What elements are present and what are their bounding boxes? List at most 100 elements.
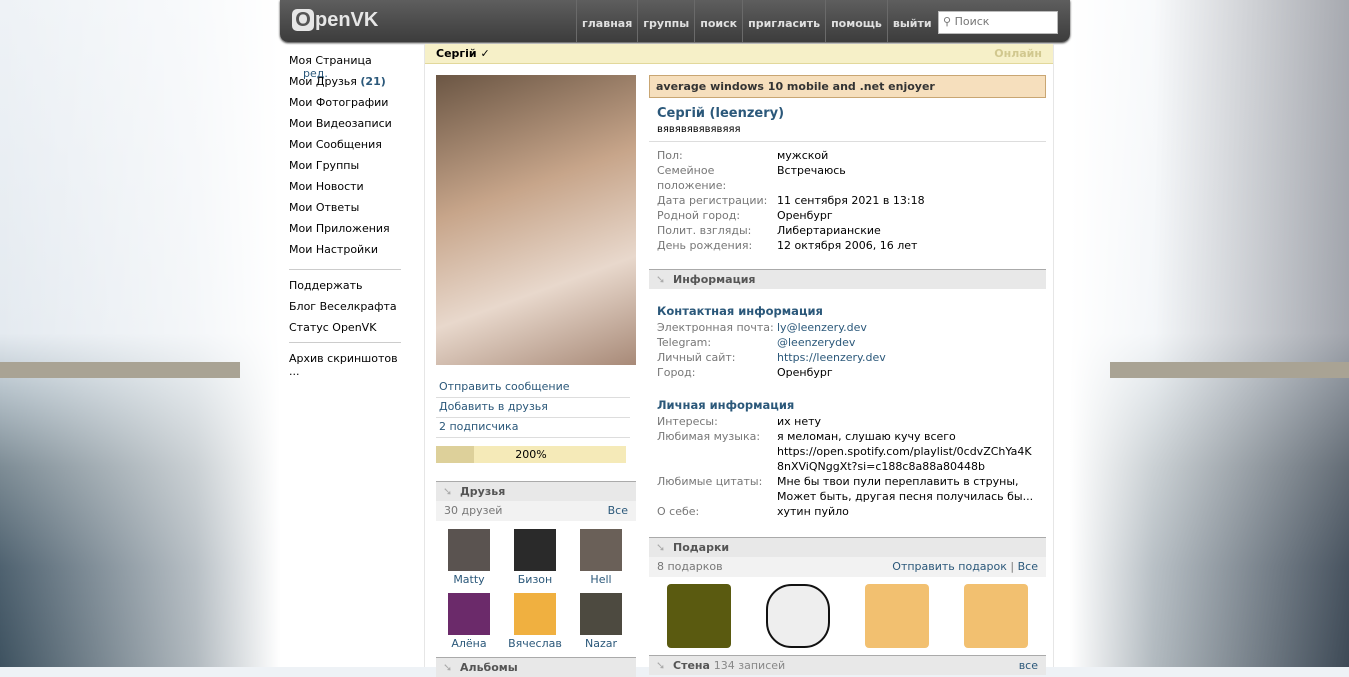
info-label: Любимая музыка:	[657, 430, 761, 443]
info-label: Электронная почта:	[657, 321, 774, 334]
followers-link[interactable]: 2 подписчика	[436, 418, 630, 438]
gifts-header[interactable]: Подарки	[649, 537, 1046, 557]
sidebar-donate[interactable]: Поддержать	[289, 279, 401, 300]
info-value[interactable]: @leenzerydev	[777, 335, 855, 350]
rating-text: 200%	[515, 448, 547, 461]
info-label: Дата регистрации:	[657, 194, 768, 207]
sidebar-groups[interactable]: Мои Группы	[289, 159, 401, 180]
basic-info: Пол: мужской Семейное положение: Встречаюсь…	[649, 148, 1046, 253]
nav-logout[interactable]: выйти	[886, 0, 937, 42]
sidebar-archive[interactable]: Архив скриншотов ...	[289, 352, 401, 378]
gifts-subheader: 8 подарков Отправить подарок | Все	[649, 557, 1046, 577]
friend-name[interactable]: Бизон	[518, 573, 552, 586]
friends-header[interactable]: Друзья	[436, 481, 636, 501]
nav-help[interactable]: помощь	[825, 0, 887, 42]
friend-name[interactable]: Вячеслав	[508, 637, 562, 650]
contact-info: Электронная почта: ly@leenzery.dev Telegra…	[649, 320, 1046, 380]
info-value: их нету	[777, 415, 822, 428]
info-label: О себе:	[657, 505, 700, 518]
friend-name[interactable]: Nazar	[585, 637, 617, 650]
search-placeholder: Поиск	[954, 15, 990, 28]
nav-search[interactable]: поиск	[694, 0, 742, 42]
label: Моя Страница	[289, 54, 372, 67]
gift-box-image[interactable]	[865, 584, 930, 648]
background-left	[0, 0, 280, 667]
gift-jar-image[interactable]	[666, 584, 731, 648]
profile-avatar[interactable]	[436, 75, 636, 365]
info-value: Мне бы твои пули переплавить в струны, М…	[777, 475, 1034, 503]
logo[interactable]: OpenVK	[292, 9, 378, 32]
wall-header[interactable]: Стена 134 записей все	[649, 655, 1046, 675]
profile-name: Сергій (leenzery)	[657, 106, 785, 121]
sidebar-news[interactable]: Мои Новости	[289, 180, 401, 201]
friend-name[interactable]: Алёна	[451, 637, 486, 650]
friend-avatar[interactable]	[580, 529, 622, 571]
sidebar-replies[interactable]: Мои Ответы	[289, 201, 401, 222]
info-row: Пол: мужской	[649, 148, 1046, 163]
friend-avatar[interactable]	[514, 593, 556, 635]
info-row: Любимые цитаты: Мне бы твои пули переплав…	[649, 474, 1046, 504]
friend-item[interactable]: Вячеслав	[502, 593, 568, 657]
profile-info: average windows 10 mobile and .net enjoy…	[649, 75, 1046, 675]
top-nav: главная группы поиск пригласить помощь в…	[576, 0, 937, 42]
gifts-list	[649, 577, 1046, 655]
friend-item[interactable]: Алёна	[436, 593, 502, 657]
add-friend-link[interactable]: Добавить в друзья	[436, 398, 630, 418]
wall-all-link[interactable]: все	[1019, 656, 1038, 675]
nav-groups[interactable]: группы	[637, 0, 694, 42]
wall-count: 134 записей	[713, 659, 786, 672]
info-header[interactable]: Информация	[649, 269, 1046, 289]
info-label: Пол:	[657, 149, 683, 162]
sidebar-photos[interactable]: Мои Фотографии	[289, 96, 401, 117]
friend-avatar[interactable]	[514, 529, 556, 571]
friend-avatar[interactable]	[448, 593, 490, 635]
friend-name[interactable]: Matty	[453, 573, 484, 586]
sidebar-friends[interactable]: Мои Друзья (21)	[289, 75, 401, 96]
sidebar-settings[interactable]: Мои Настройки	[289, 243, 401, 264]
info-value: Либертарианские	[777, 224, 881, 237]
albums-header[interactable]: Альбомы	[436, 657, 636, 677]
gift-box-image[interactable]	[964, 584, 1029, 648]
friend-name[interactable]: Hell	[590, 573, 611, 586]
sidebar-messages[interactable]: Мои Сообщения	[289, 138, 401, 159]
sidebar-my-page[interactable]: Моя Страница ред.	[289, 54, 401, 80]
divider	[289, 342, 401, 343]
contact-header: Контактная информация	[657, 304, 823, 318]
friend-item[interactable]: Бизон	[502, 529, 568, 593]
info-row: Интересы: их нету	[649, 414, 1046, 429]
gifts-all-link[interactable]: Все	[1018, 560, 1038, 573]
separator: |	[1010, 560, 1015, 573]
info-row: Родной город: Оренбург	[649, 208, 1046, 223]
sidebar-apps[interactable]: Мои Приложения	[289, 222, 401, 243]
send-message-link[interactable]: Отправить сообщение	[436, 378, 630, 398]
friends-count: 30 друзей	[444, 504, 503, 517]
info-row: День рождения: 12 октября 2006, 16 лет	[649, 238, 1046, 253]
info-row: Telegram: @leenzerydev	[649, 335, 1046, 350]
info-row: Дата регистрации: 11 сентября 2021 в 13:1…	[649, 193, 1046, 208]
friends-all-link[interactable]: Все	[608, 501, 628, 521]
info-value[interactable]: https://leenzery.dev	[777, 350, 886, 365]
nav-invite[interactable]: пригласить	[742, 0, 825, 42]
friend-avatar[interactable]	[580, 593, 622, 635]
search-input[interactable]: ⚲ Поиск	[938, 11, 1058, 34]
info-value[interactable]: ly@leenzery.dev	[777, 320, 867, 335]
send-gift-link[interactable]: Отправить подарок	[892, 560, 1007, 573]
info-label: Город:	[657, 366, 696, 379]
sidebar-blog[interactable]: Блог Веселкрафта	[289, 300, 401, 321]
info-label: День рождения:	[657, 239, 753, 252]
friend-item[interactable]: Nazar	[568, 593, 634, 657]
info-value: Встречаюсь	[777, 164, 846, 177]
friend-item[interactable]: Hell	[568, 529, 634, 593]
gift-trollface-image[interactable]	[765, 584, 830, 648]
logo-text: penVK	[315, 9, 379, 31]
info-label: Интересы:	[657, 415, 718, 428]
search-icon: ⚲	[943, 15, 955, 28]
friend-item[interactable]: Matty	[436, 529, 502, 593]
friend-avatar[interactable]	[448, 529, 490, 571]
info-value: хутин пуйло	[777, 505, 849, 518]
status-text[interactable]: average windows 10 mobile and .net enjoy…	[649, 75, 1046, 98]
nav-home[interactable]: главная	[576, 0, 637, 42]
personal-header: Личная информация	[657, 398, 795, 412]
sidebar-status[interactable]: Статус OpenVK	[289, 321, 401, 342]
sidebar-videos[interactable]: Мои Видеозаписи	[289, 117, 401, 138]
